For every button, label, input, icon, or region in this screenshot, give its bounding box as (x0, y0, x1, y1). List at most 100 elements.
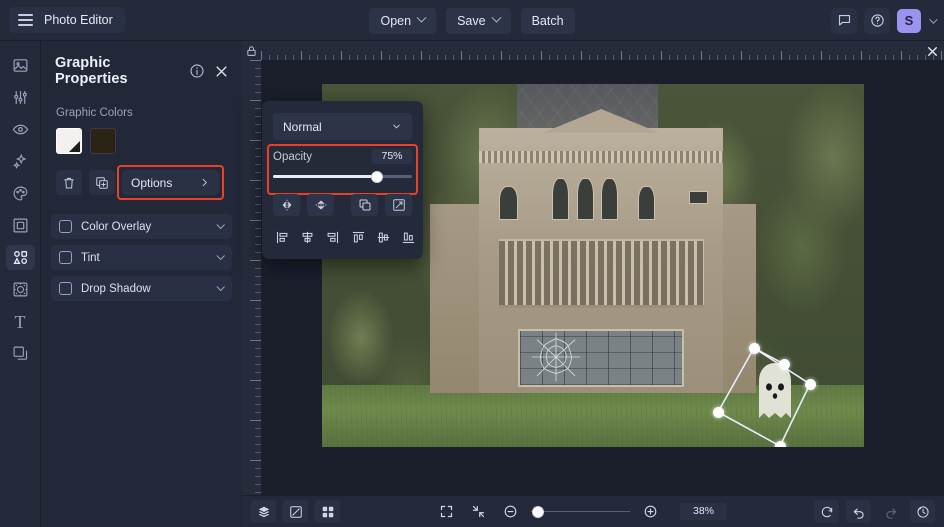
align-bottom-button[interactable] (400, 227, 418, 247)
layers-panel-button[interactable] (251, 500, 276, 523)
shrink-to-fit-button[interactable] (466, 500, 491, 523)
layers-stack-icon (257, 505, 271, 519)
panel-close-button[interactable] (213, 63, 230, 80)
rail-item-adjust[interactable] (6, 85, 35, 110)
fill-color-swatch[interactable] (56, 128, 82, 154)
zoom-in-button[interactable] (638, 500, 663, 523)
replace-graphic-icon (392, 198, 406, 212)
tint-checkbox[interactable] (59, 251, 72, 264)
align-middle-vertical-icon (376, 230, 391, 245)
history-button[interactable] (910, 500, 935, 523)
sparkles-icon (12, 153, 29, 170)
duplicate-layer-button[interactable] (351, 194, 378, 216)
selection-handle-left[interactable] (713, 407, 724, 418)
rail-item-frames[interactable] (6, 213, 35, 238)
stroke-color-swatch[interactable] (90, 128, 116, 154)
vertical-ruler[interactable] (242, 60, 261, 495)
batch-button[interactable]: Batch (521, 8, 575, 34)
panel-title: Graphic Properties (55, 55, 180, 87)
redo-button[interactable] (878, 500, 903, 523)
rail-item-text[interactable]: T (6, 309, 35, 334)
selection-handle-top[interactable] (749, 343, 760, 354)
user-avatar[interactable]: S (897, 9, 921, 33)
chevron-down-icon[interactable] (216, 282, 224, 290)
mansion-window (689, 191, 709, 204)
undo-icon (852, 505, 866, 519)
selection-handle-rotate[interactable] (779, 359, 790, 370)
batch-label: Batch (532, 14, 564, 28)
horizontal-ruler[interactable] (261, 41, 944, 60)
effect-row-drop-shadow[interactable]: Drop Shadow (51, 276, 232, 301)
reset-button[interactable] (814, 500, 839, 523)
open-label: Open (380, 14, 411, 28)
flip-horizontal-icon (280, 198, 294, 212)
zoom-out-button[interactable] (498, 500, 523, 523)
rail-item-paint[interactable] (6, 181, 35, 206)
open-button[interactable]: Open (369, 8, 436, 34)
duplicate-layer-icon (358, 198, 372, 212)
zoom-slider-knob[interactable] (532, 506, 544, 518)
options-button[interactable]: Options (122, 170, 219, 195)
grid-view-button[interactable] (315, 500, 340, 523)
blend-mode-value: Normal (283, 120, 322, 134)
save-button[interactable]: Save (446, 8, 511, 34)
effect-row-tint[interactable]: Tint (51, 245, 232, 270)
align-right-button[interactable] (324, 227, 342, 247)
color-swatches (56, 128, 242, 154)
zoom-slider[interactable] (531, 511, 630, 513)
opacity-slider-knob[interactable] (371, 171, 383, 183)
fit-screen-button[interactable] (434, 500, 459, 523)
blend-panel-button[interactable] (283, 500, 308, 523)
opacity-slider[interactable] (273, 175, 412, 178)
undo-button[interactable] (846, 500, 871, 523)
app-menu-button[interactable]: Photo Editor (9, 7, 125, 33)
rail-item-effects[interactable] (6, 149, 35, 174)
hamburger-icon (18, 14, 33, 26)
opacity-slider-fill (273, 175, 377, 178)
ruler-lock-button[interactable] (242, 41, 261, 60)
opacity-value[interactable]: 75% (372, 149, 412, 164)
chat-icon (837, 13, 852, 28)
blend-icon (289, 505, 303, 519)
mansion-window (577, 178, 594, 220)
selection-handle-bottom[interactable] (775, 441, 786, 447)
zoom-level-value[interactable]: 38% (680, 503, 727, 520)
mansion-window (552, 178, 569, 220)
help-button[interactable] (864, 8, 890, 34)
rail-item-image[interactable] (6, 53, 35, 78)
flip-horizontal-button[interactable] (273, 194, 300, 216)
top-right-actions: S (831, 0, 935, 41)
align-center-horizontal-button[interactable] (298, 227, 316, 247)
align-right-icon (325, 230, 340, 245)
blend-mode-select[interactable]: Normal (273, 113, 412, 140)
zoom-controls: 38% (498, 500, 727, 523)
chevron-down-icon[interactable] (216, 220, 224, 228)
effect-row-color-overlay[interactable]: Color Overlay (51, 214, 232, 239)
feedback-button[interactable] (831, 8, 857, 34)
sticker-icon (12, 281, 29, 298)
rail-item-layers[interactable] (6, 341, 35, 366)
drop-shadow-checkbox[interactable] (59, 282, 72, 295)
color-overlay-label: Color Overlay (81, 221, 208, 233)
duplicate-graphic-button[interactable] (89, 170, 115, 195)
delete-graphic-button[interactable] (56, 170, 82, 195)
close-canvas-button[interactable] (924, 43, 940, 59)
flip-vertical-button[interactable] (307, 194, 334, 216)
align-top-button[interactable] (349, 227, 367, 247)
chevron-down-icon[interactable] (216, 251, 224, 259)
replace-graphic-button[interactable] (385, 194, 412, 216)
app-title: Photo Editor (44, 13, 113, 27)
spider-web-sticker[interactable] (530, 331, 582, 383)
align-middle-vertical-button[interactable] (374, 227, 392, 247)
mansion-balcony (499, 239, 704, 308)
align-left-button[interactable] (273, 227, 291, 247)
chevron-right-icon (199, 177, 210, 188)
rail-item-graphics[interactable] (6, 245, 35, 270)
history-icon (916, 505, 930, 519)
rail-item-retouch[interactable] (6, 117, 35, 142)
panel-info-button[interactable] (188, 63, 205, 80)
selection-handle-right[interactable] (805, 379, 816, 390)
color-overlay-checkbox[interactable] (59, 220, 72, 233)
bottom-toolbar: 38% (242, 495, 944, 527)
rail-item-stickers[interactable] (6, 277, 35, 302)
